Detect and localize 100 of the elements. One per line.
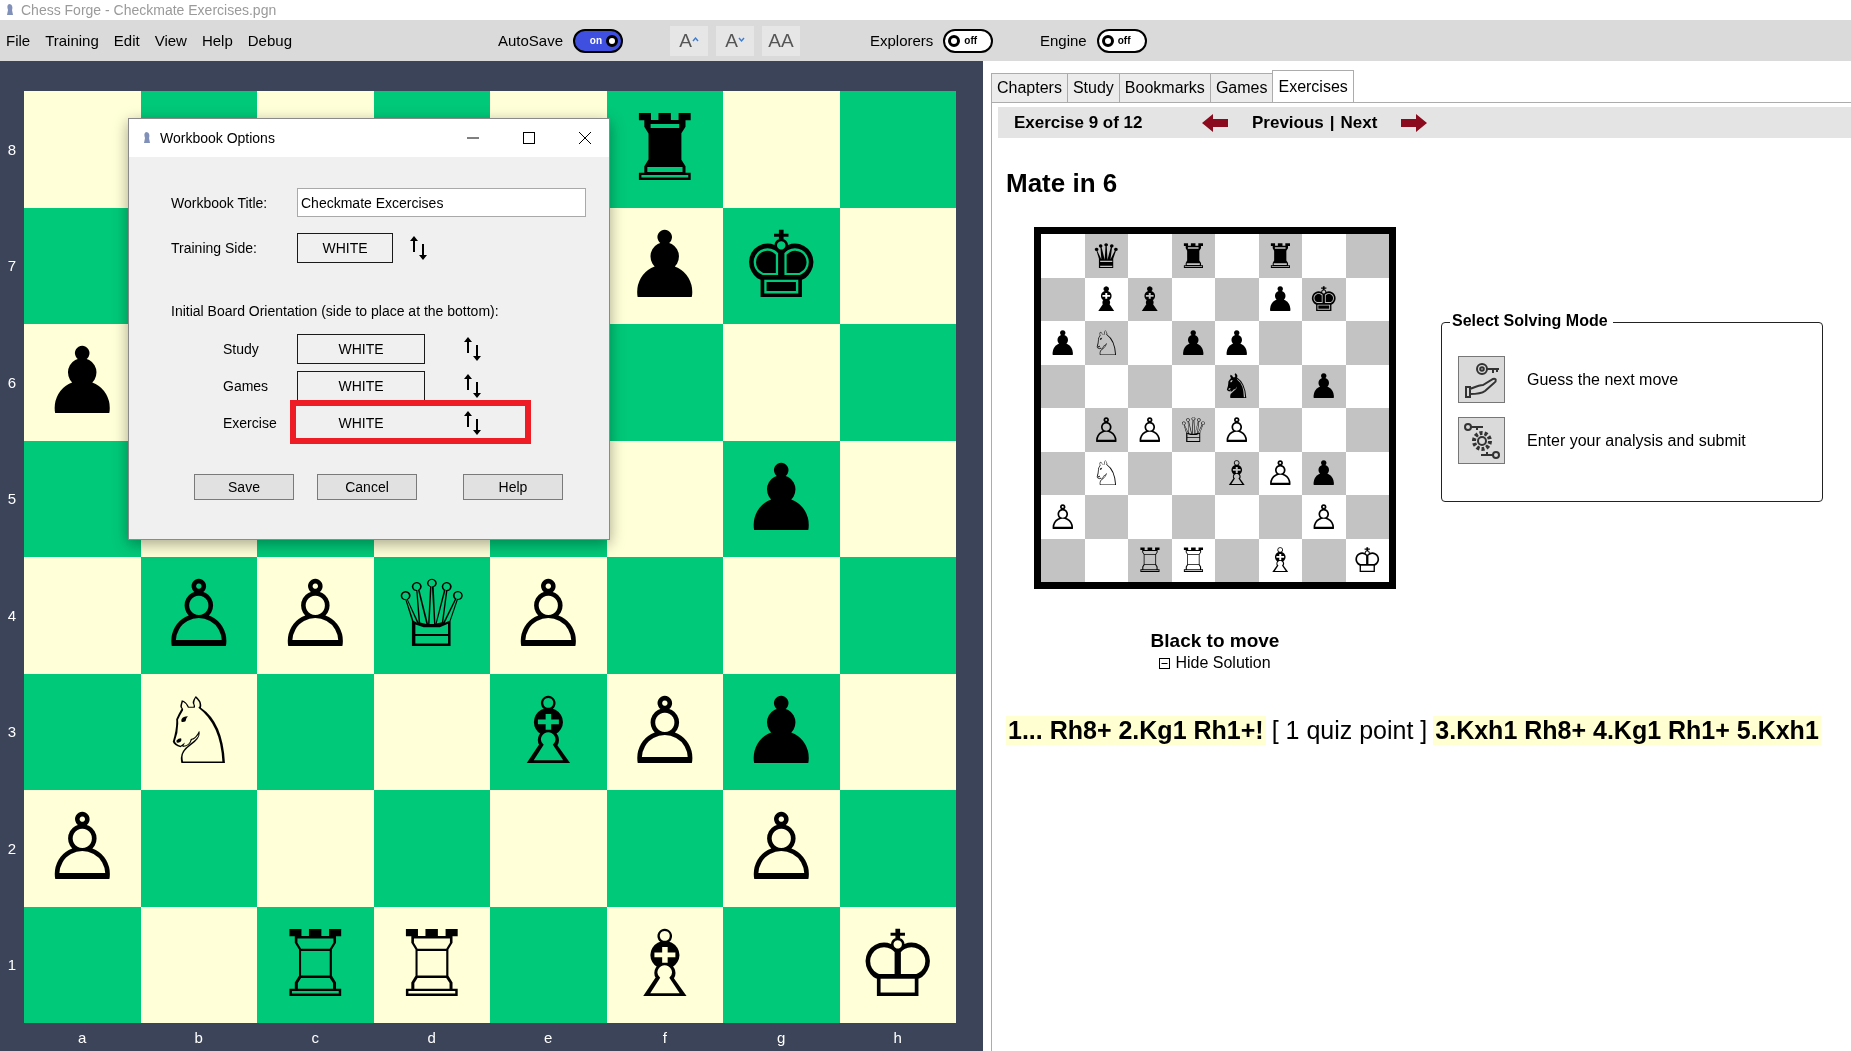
board-square[interactable]: ♟ <box>723 673 840 790</box>
chess-piece[interactable]: ♙ <box>507 569 590 662</box>
chess-piece[interactable]: ♟ <box>740 685 823 778</box>
chess-piece: ♟ <box>1265 282 1296 317</box>
board-square <box>1345 451 1389 495</box>
board-square[interactable]: ♕ <box>373 557 490 674</box>
board-square <box>1215 234 1259 278</box>
board-square <box>1302 234 1346 278</box>
swap-arrows-icon[interactable] <box>463 335 483 362</box>
board-square[interactable]: ♙ <box>723 790 840 907</box>
section-heading: Initial Board Orientation (side to place at the bottom): <box>171 303 500 319</box>
chess-piece: ♔ <box>1352 543 1383 578</box>
chess-piece[interactable]: ♜ <box>623 103 706 196</box>
board-square[interactable]: ♖ <box>373 906 490 1023</box>
right-arrow-icon[interactable] <box>1401 113 1428 132</box>
chess-piece[interactable]: ♙ <box>274 569 357 662</box>
swap-arrows-icon[interactable] <box>463 409 483 436</box>
board-square[interactable]: ♗ <box>606 906 723 1023</box>
board-square[interactable] <box>24 91 141 208</box>
menu-item[interactable]: Help <box>197 32 241 49</box>
board-square <box>1215 538 1259 582</box>
title-input[interactable]: Checkmate Excercises <box>297 188 586 217</box>
menu-item[interactable]: Training <box>41 32 107 49</box>
window-title: Chess Forge - Checkmate Exercises.pgn <box>21 2 277 18</box>
mode-button[interactable] <box>1458 417 1505 464</box>
left-arrow-icon[interactable] <box>1202 113 1228 132</box>
exercise-counter: Exercise 9 of 12 <box>1014 112 1144 133</box>
field-label: Exercise <box>222 414 278 431</box>
board-square[interactable]: ♟ <box>723 440 840 557</box>
board-square <box>1041 451 1085 495</box>
collapse-icon[interactable] <box>1159 657 1171 669</box>
tab[interactable]: Bookmarks <box>1118 73 1211 102</box>
chess-piece[interactable]: ♕ <box>390 569 473 662</box>
board-square <box>1041 538 1085 582</box>
chess-piece: ♖ <box>1134 543 1165 578</box>
key-hand-icon <box>1462 360 1501 399</box>
chess-piece: ♝ <box>1091 282 1122 317</box>
chess-piece[interactable]: ♗ <box>507 685 590 778</box>
side-button[interactable]: WHITE <box>297 333 425 364</box>
chess-piece[interactable]: ♙ <box>41 802 124 895</box>
font-size-button[interactable]: A <box>716 25 754 56</box>
toggle-switch[interactable]: off <box>943 28 994 53</box>
board-square[interactable]: ♙ <box>24 790 141 907</box>
board-square[interactable]: ♙ <box>257 557 374 674</box>
chess-piece[interactable]: ♖ <box>390 918 473 1011</box>
chess-piece[interactable]: ♘ <box>157 685 240 778</box>
font-size-button[interactable]: AA <box>762 25 800 56</box>
exercise-title: Mate in 6 <box>1006 168 1119 199</box>
board-square[interactable]: ♗ <box>490 673 607 790</box>
board-square[interactable]: ♙ <box>140 557 257 674</box>
chess-piece[interactable]: ♟ <box>740 452 823 545</box>
toggle-switch[interactable]: off <box>1096 28 1147 53</box>
previous-link[interactable]: Previous <box>1252 112 1324 133</box>
side-button[interactable]: WHITE <box>297 370 425 401</box>
swap-arrows-icon[interactable] <box>463 372 483 399</box>
board-square[interactable]: ♘ <box>140 673 257 790</box>
menu-item[interactable]: View <box>150 32 195 49</box>
dialog-button[interactable]: Help <box>463 474 563 500</box>
chess-piece[interactable]: ♗ <box>623 918 706 1011</box>
file-label: e <box>544 1028 553 1046</box>
field-label: Workbook Title: <box>171 194 268 211</box>
board-square <box>1041 364 1085 408</box>
menu-item[interactable]: File <box>2 32 39 49</box>
chess-piece[interactable]: ♚ <box>740 219 823 312</box>
mode-button[interactable] <box>1458 356 1505 403</box>
chess-piece[interactable]: ♙ <box>157 569 240 662</box>
board-square[interactable] <box>606 440 723 557</box>
board-square[interactable]: ♙ <box>490 557 607 674</box>
tab[interactable]: Chapters <box>991 73 1068 102</box>
toggle-switch[interactable]: on <box>573 28 624 53</box>
close-icon <box>579 132 591 144</box>
board-square[interactable]: ♙ <box>606 673 723 790</box>
side-button[interactable]: WHITE <box>297 232 393 263</box>
tab[interactable]: Games <box>1209 73 1274 102</box>
menu-item[interactable]: Edit <box>109 32 148 49</box>
chess-piece[interactable]: ♔ <box>856 918 939 1011</box>
chess-piece[interactable]: ♖ <box>274 918 357 1011</box>
chess-piece[interactable]: ♟ <box>623 219 706 312</box>
next-link[interactable]: Next <box>1340 112 1378 133</box>
tab[interactable]: Exercises <box>1272 70 1354 102</box>
board-square[interactable]: ♜ <box>606 91 723 208</box>
chess-piece: ♖ <box>1178 543 1209 578</box>
board-square <box>1041 408 1085 452</box>
swap-arrows-icon[interactable] <box>409 234 429 261</box>
board-square[interactable]: ♚ <box>723 207 840 324</box>
chess-piece: ♝ <box>1134 282 1165 317</box>
board-square[interactable] <box>24 440 141 557</box>
chess-piece[interactable]: ♙ <box>740 802 823 895</box>
font-size-button[interactable]: A <box>670 25 708 56</box>
dialog-button[interactable]: Cancel <box>317 474 417 500</box>
board-square[interactable]: ♔ <box>839 906 956 1023</box>
dialog-button[interactable]: Save <box>194 474 294 500</box>
chess-piece[interactable]: ♙ <box>623 685 706 778</box>
file-label: h <box>893 1028 902 1046</box>
tab[interactable]: Study <box>1066 73 1120 102</box>
board-square[interactable]: ♖ <box>257 906 374 1023</box>
chess-piece: ♙ <box>1265 456 1296 491</box>
hide-solution-link[interactable]: Hide Solution <box>1175 654 1271 672</box>
menu-item[interactable]: Debug <box>243 32 300 49</box>
chess-piece[interactable]: ♟ <box>41 336 124 429</box>
